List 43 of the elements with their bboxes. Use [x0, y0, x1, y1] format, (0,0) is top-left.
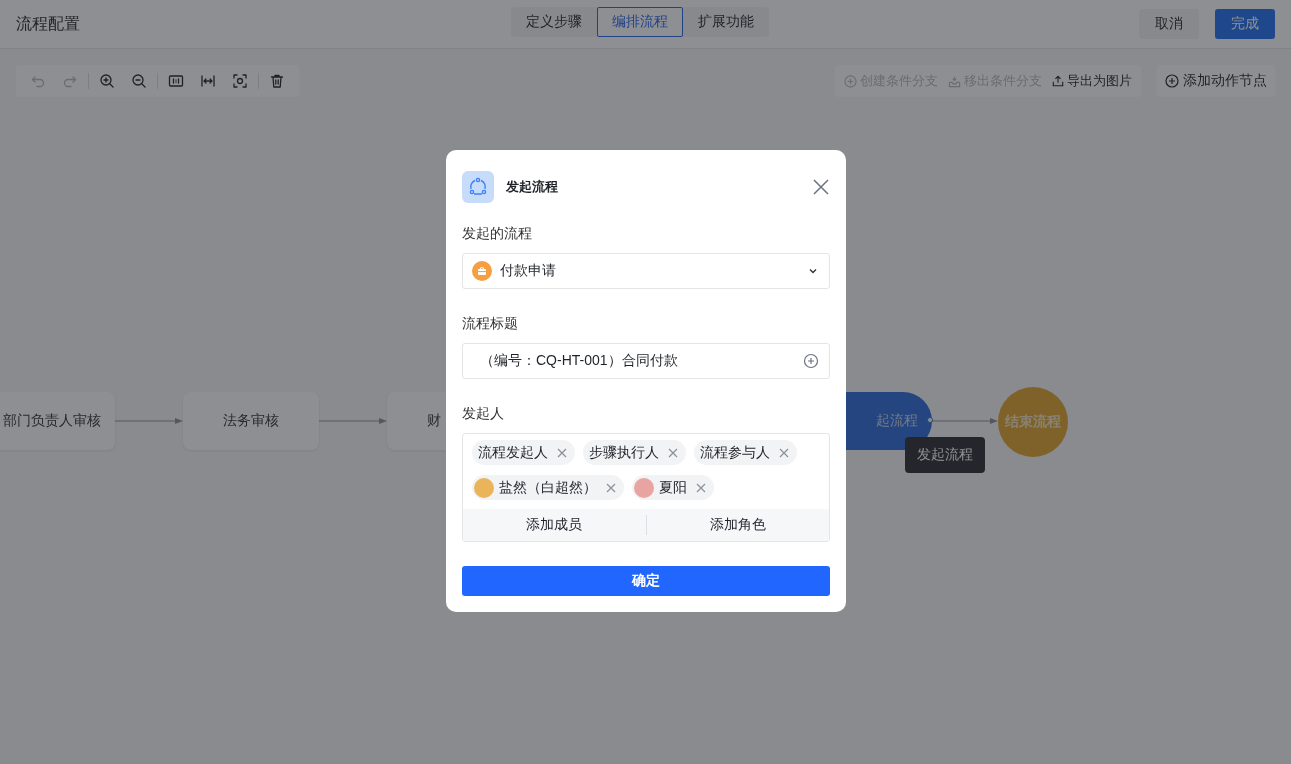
tab[interactable]: 定义步骤 [511, 7, 597, 37]
close-icon[interactable] [606, 482, 616, 493]
connector-arrow [932, 416, 998, 426]
connector-arrow [115, 416, 183, 426]
field-label: 发起人 [462, 405, 505, 423]
title-field[interactable]: （编号：CQ-HT-001）合同付款 [462, 343, 830, 379]
tag: 盐然（白超然） [472, 475, 624, 500]
page-title: 流程配置 [16, 13, 80, 34]
upload-icon [1052, 75, 1064, 87]
close-icon[interactable] [557, 447, 567, 458]
briefcase-icon [472, 261, 492, 281]
connector-arrow [319, 416, 387, 426]
process-select[interactable]: 付款申请 [462, 253, 830, 289]
close-icon[interactable] [779, 447, 789, 458]
plus-circle-icon [803, 353, 819, 369]
field-label: 流程标题 [462, 315, 519, 333]
close-icon[interactable] [668, 447, 678, 458]
close-icon[interactable] [812, 178, 830, 196]
flow-node[interactable]: 部门负责人审核 [0, 392, 115, 450]
dialog-title: 发起流程 [506, 178, 558, 196]
tag: 夏阳 [632, 475, 714, 500]
tab[interactable]: 扩展功能 [683, 7, 769, 37]
close-icon[interactable] [696, 482, 706, 493]
cancel-button[interactable]: 取消 [1139, 9, 1199, 39]
field-label: 发起的流程 [462, 225, 533, 243]
confirm-button[interactable]: 确定 [462, 566, 830, 596]
port-dot [927, 417, 933, 423]
tab[interactable]: 编排流程 [597, 7, 683, 37]
flow-node[interactable]: 法务审核 [183, 392, 319, 450]
plus-circle-icon [1165, 74, 1179, 88]
tag: 流程参与人 [694, 440, 797, 465]
initiator-field[interactable]: 流程发起人 步骤执行人 流程参与人 盐然（白超然） 夏阳 添加成员 添加角色 [462, 433, 830, 542]
add-node-button[interactable]: 添加动作节点 [1157, 65, 1275, 97]
tooltip: 发起流程 [905, 437, 985, 473]
add-button[interactable]: 添加成员 [463, 515, 646, 535]
tag: 流程发起人 [472, 440, 575, 465]
tray-icon [948, 74, 961, 88]
tag: 步骤执行人 [583, 440, 686, 465]
toolbar-action[interactable]: 导出为图片 [1047, 67, 1137, 95]
finish-button[interactable]: 完成 [1215, 9, 1275, 39]
plus-circle-icon [844, 74, 857, 88]
flow-icon [462, 171, 494, 203]
add-button[interactable]: 添加角色 [645, 515, 829, 535]
